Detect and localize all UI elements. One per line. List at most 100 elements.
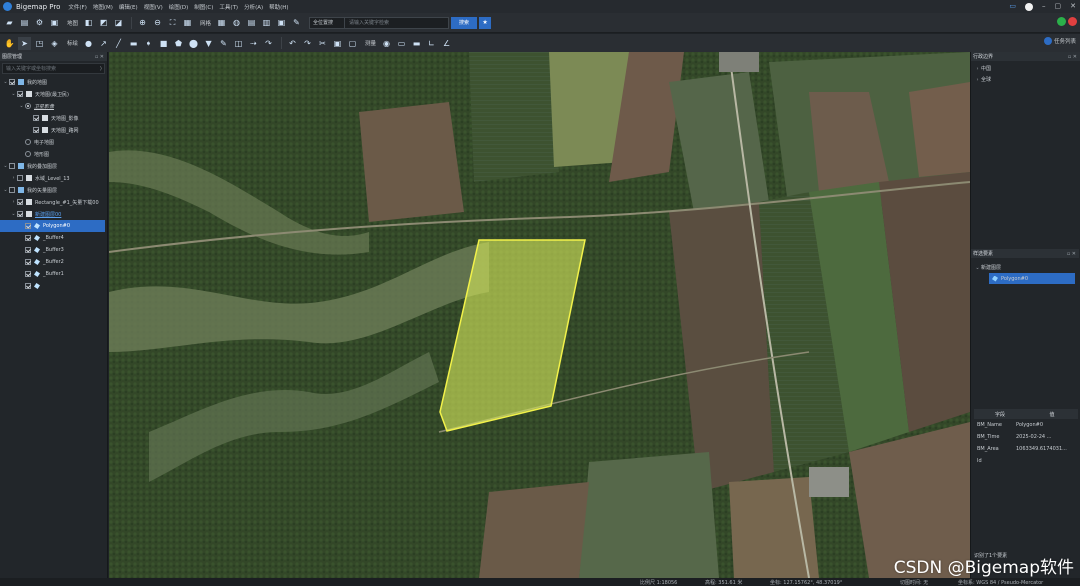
checkbox[interactable] <box>25 235 31 241</box>
scissors-icon[interactable]: ✂ <box>316 37 329 50</box>
avatar[interactable] <box>1025 2 1033 11</box>
text-tool-icon[interactable]: ✎ <box>217 37 230 50</box>
new-file-icon[interactable]: ▤ <box>18 16 31 29</box>
polyline-icon[interactable]: ↗ <box>97 37 110 50</box>
measure-angle-icon[interactable]: ∠ <box>440 37 453 50</box>
menu-edit[interactable]: 编辑(E) <box>119 3 138 11</box>
full-extent-icon[interactable]: ▦ <box>181 16 194 29</box>
screen-icon[interactable]: ▣ <box>48 16 61 29</box>
layer-icon[interactable]: ◧ <box>82 16 95 29</box>
checkbox[interactable] <box>25 223 31 229</box>
grid-label[interactable]: 网格 <box>200 19 211 27</box>
measure-height-icon[interactable]: ∟ <box>425 37 438 50</box>
edit-node-icon[interactable]: ▣ <box>331 37 344 50</box>
checkbox[interactable] <box>17 211 23 217</box>
curve-arrow-icon[interactable]: ↷ <box>262 37 275 50</box>
chevron-icon[interactable]: › <box>10 199 17 205</box>
layer-tree-item[interactable]: _Buffer3 <box>0 244 107 256</box>
layer-tree-item[interactable]: _Buffer4 <box>0 232 107 244</box>
mark-label[interactable]: 标绘 <box>67 39 78 47</box>
layer-tree-item[interactable]: › Rectangle_#1_矢量下载00 <box>0 196 107 208</box>
layer-tree-item[interactable]: 电子地图 <box>0 136 107 148</box>
table-icon[interactable]: ▤ <box>245 16 258 29</box>
attribute-icon[interactable]: ▣ <box>275 16 288 29</box>
feature-item-selected[interactable]: Polygon#0 <box>989 273 1075 284</box>
chevron-icon[interactable]: ⌄ <box>18 103 25 109</box>
layer-tree-item[interactable] <box>0 280 107 292</box>
checkbox[interactable] <box>17 91 23 97</box>
layer-tree-item[interactable]: ⌄ 我的矢量图层 <box>0 184 107 196</box>
checkbox[interactable] <box>33 115 39 121</box>
search-button[interactable]: 搜索 <box>451 16 478 29</box>
panel-close-icon[interactable]: ▫ ✕ <box>1068 54 1077 60</box>
region-item[interactable]: › 中国 <box>971 63 1080 74</box>
layer-tree-item[interactable]: 天地图_路网 <box>0 124 107 136</box>
undo-icon[interactable]: ↶ <box>286 37 299 50</box>
message-icon[interactable]: ▭ <box>1009 2 1016 11</box>
calendar-icon[interactable]: ▥ <box>260 16 273 29</box>
minimize-icon[interactable]: – <box>1042 2 1046 11</box>
layer-item[interactable]: ⌄ 新建图层 <box>971 262 1079 273</box>
panel-close-icon[interactable]: ▫ ✕ <box>1067 251 1076 257</box>
user-location-icon[interactable]: ◉ <box>380 37 393 50</box>
collapse-icon[interactable]: ⟩ <box>100 66 102 72</box>
pan-hand-icon[interactable]: ✋ <box>3 37 16 50</box>
menu-cartography[interactable]: 制图(C) <box>194 3 213 11</box>
chevron-icon[interactable]: › <box>10 175 17 181</box>
route-icon[interactable]: ⇢ <box>247 37 260 50</box>
layer-tree-item[interactable]: ⌄ 我的地图 <box>0 76 107 88</box>
polygon-icon[interactable]: ⬟ <box>172 37 185 50</box>
zoom-out-icon[interactable]: ⊖ <box>151 16 164 29</box>
basemap-label[interactable]: 地图 <box>67 19 78 27</box>
grid-icon[interactable]: ▦ <box>215 16 228 29</box>
checkbox[interactable] <box>25 247 31 253</box>
layer-tree-item[interactable]: ⌄ 卫星影像 <box>0 100 107 112</box>
favorite-icon[interactable]: ★ <box>479 16 492 29</box>
fit-extent-icon[interactable]: ⛶ <box>166 16 179 29</box>
select-icon[interactable]: ◳ <box>33 37 46 50</box>
arrow-shape-icon[interactable]: ➧ <box>142 37 155 50</box>
line-icon[interactable]: ╱ <box>112 37 125 50</box>
layer-dropdown-icon[interactable]: ◪ <box>112 16 125 29</box>
pointer-icon[interactable]: ➤ <box>18 36 31 50</box>
checkbox[interactable] <box>25 283 31 289</box>
menu-tools[interactable]: 工具(T) <box>219 3 238 11</box>
search-input[interactable]: 请输入关键字检索 <box>345 16 450 29</box>
checkbox[interactable] <box>33 127 39 133</box>
menu-help[interactable]: 帮助(H) <box>269 3 288 11</box>
menu-view[interactable]: 视图(V) <box>144 3 163 11</box>
chevron-icon[interactable]: ⌄ <box>2 187 9 193</box>
model-icon[interactable]: ◫ <box>232 37 245 50</box>
identify-icon[interactable]: ◈ <box>48 37 61 50</box>
radio-button[interactable] <box>25 151 31 157</box>
task-list-button[interactable]: 任务列表 <box>1043 37 1076 45</box>
radio-button[interactable] <box>25 103 31 109</box>
circle-icon[interactable]: ⬤ <box>187 37 200 50</box>
layer-tree-item[interactable]: ⌄ 天地图(最卫民) <box>0 88 107 100</box>
brush-icon[interactable]: ✎ <box>290 16 303 29</box>
chevron-icon[interactable]: ⌄ <box>10 91 17 97</box>
chevron-icon[interactable]: ⌄ <box>2 163 9 169</box>
wechat-icon[interactable] <box>1057 17 1066 26</box>
checkbox[interactable] <box>9 163 15 169</box>
menu-analysis[interactable]: 分析(A) <box>244 3 263 11</box>
layer-tree-item[interactable]: _Buffer2 <box>0 256 107 268</box>
search-scope-select[interactable]: 全位置搜 <box>309 16 346 29</box>
globe-icon[interactable]: ◍ <box>230 16 243 29</box>
panel-close-icon[interactable]: ▫ ✕ <box>95 54 104 60</box>
layer-search-input[interactable]: 输入关键字或坐标搜索 ⟩ <box>2 63 105 74</box>
zoom-in-icon[interactable]: ⊕ <box>136 16 149 29</box>
chevron-icon[interactable]: ⌄ <box>2 79 9 85</box>
layer-tree-item[interactable]: 天地图_影像 <box>0 112 107 124</box>
radio-button[interactable] <box>25 139 31 145</box>
layer-tree-item[interactable]: ⌄ 我的叠加图层 <box>0 160 107 172</box>
close-icon[interactable]: ✕ <box>1070 2 1076 11</box>
checkbox[interactable] <box>17 175 23 181</box>
redo-icon[interactable]: ↷ <box>301 37 314 50</box>
layer-tree-item[interactable]: › 水域_Level_13 <box>0 172 107 184</box>
measure-label[interactable]: 测量 <box>365 39 376 47</box>
point-marker-icon[interactable]: ● <box>82 37 95 50</box>
measure-area-icon[interactable]: ▬ <box>410 37 423 50</box>
layer-tree-item[interactable]: _Buffer1 <box>0 268 107 280</box>
square-icon[interactable]: ■ <box>157 37 170 50</box>
